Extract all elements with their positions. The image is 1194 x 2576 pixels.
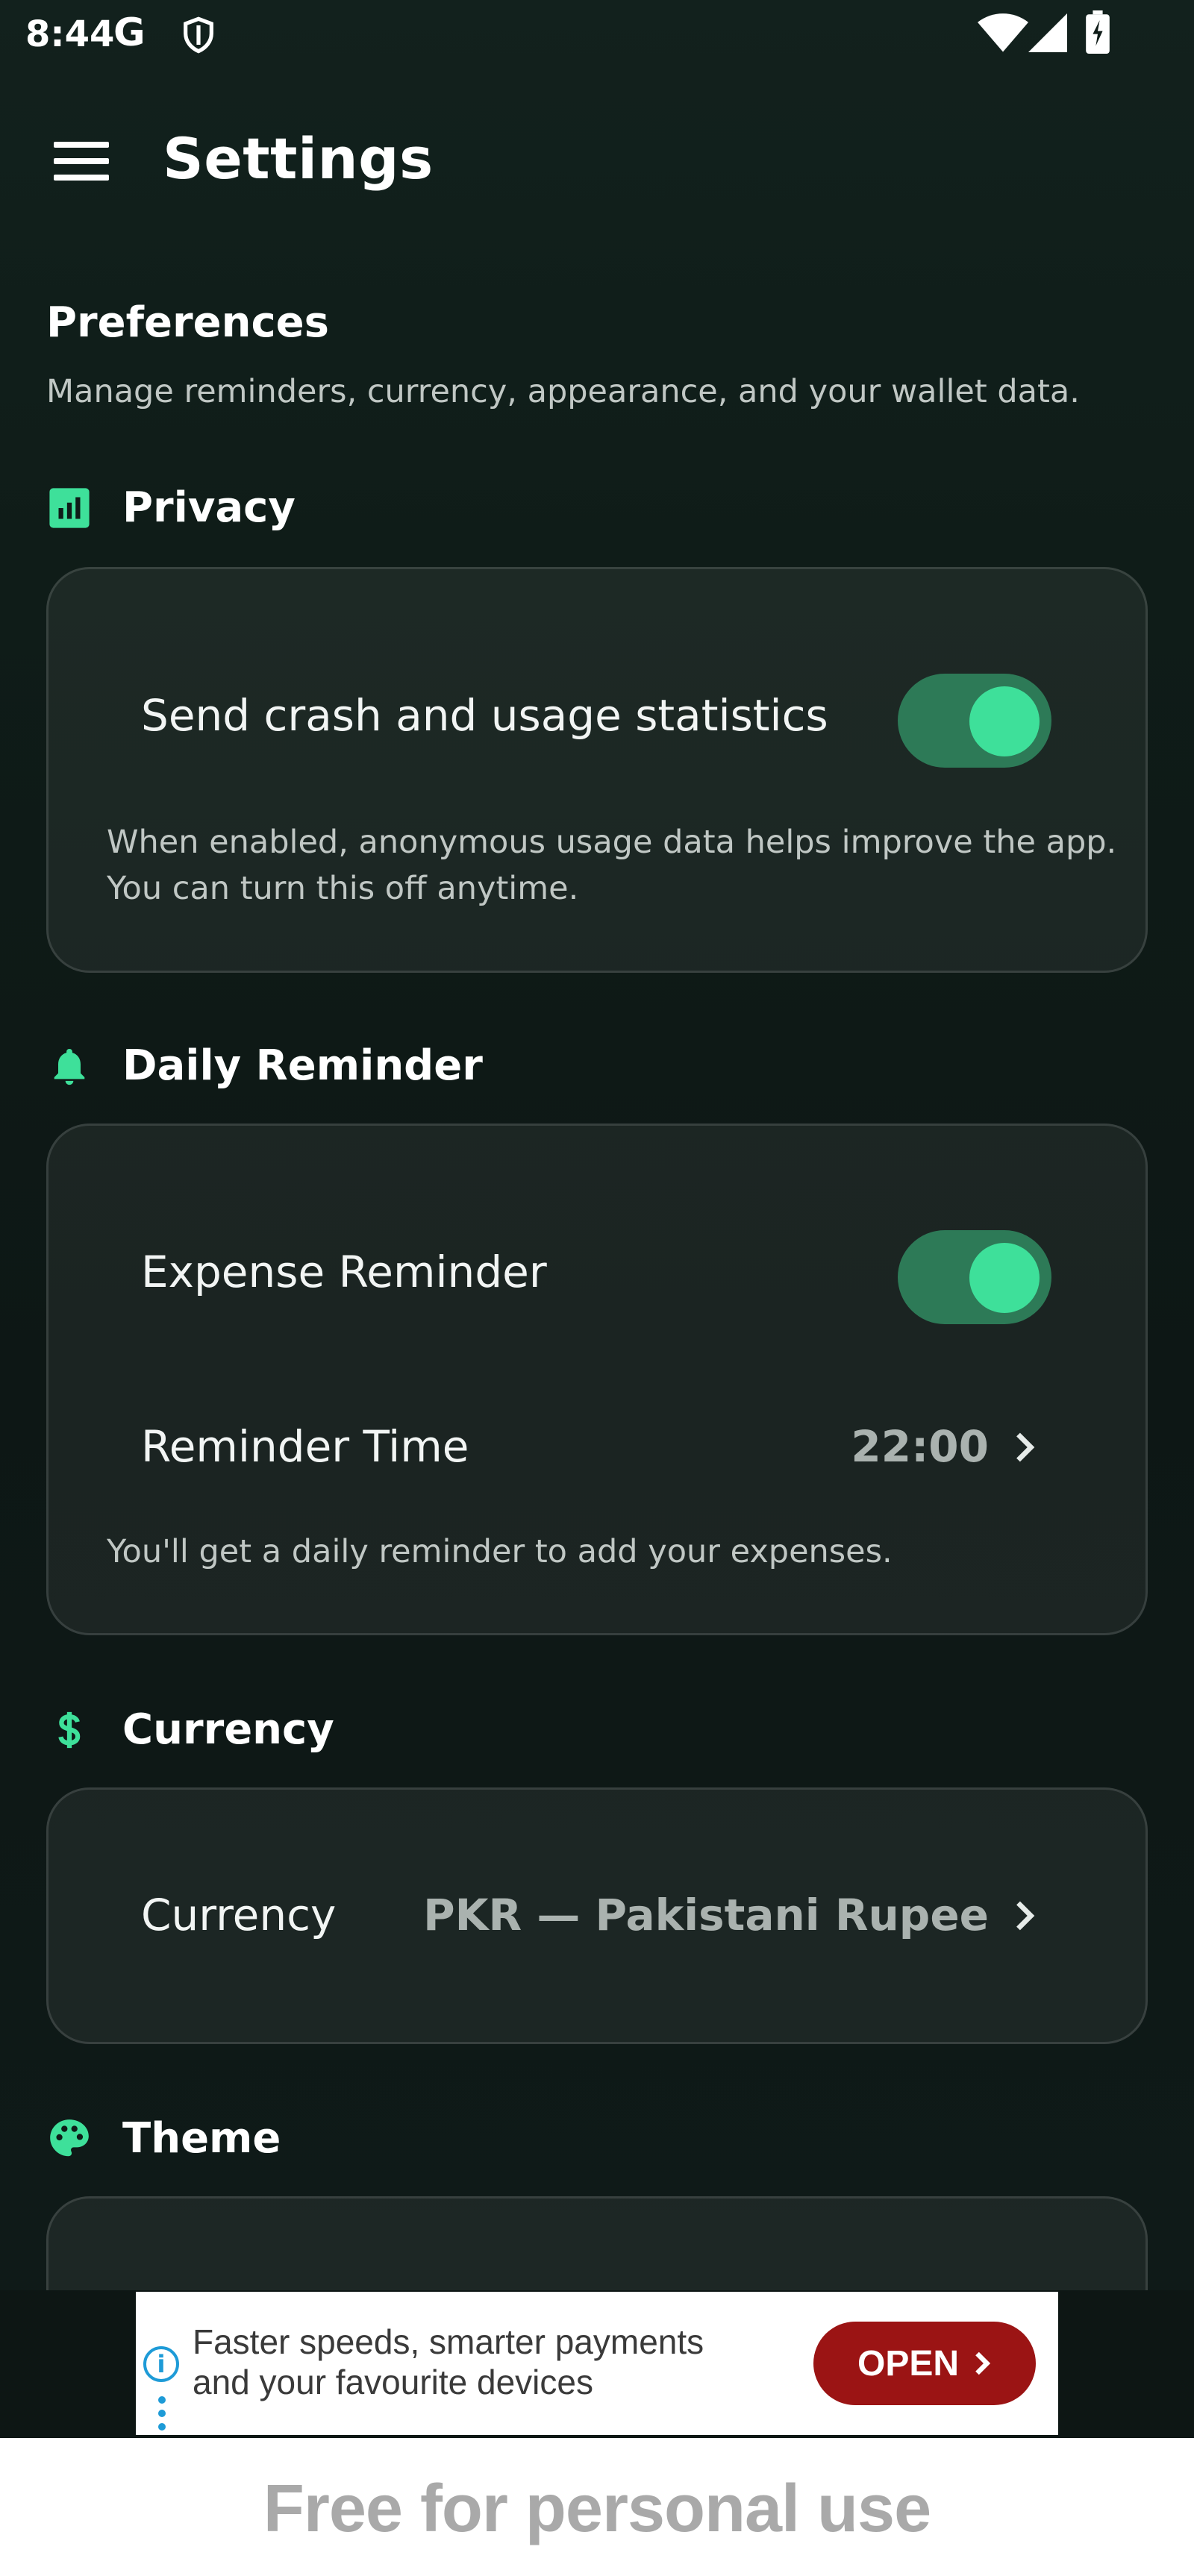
menu-icon[interactable] — [54, 142, 110, 184]
battery-icon — [1086, 10, 1110, 54]
ad-open-label: OPEN — [857, 2343, 960, 2384]
privacy-help-line: When enabled, anonymous usage data helps… — [107, 824, 1117, 861]
chevron-right-icon — [1016, 1901, 1035, 1931]
currency-label: Currency — [141, 1890, 337, 1940]
ad-headline: Faster speeds, smarter payments and your… — [193, 2322, 804, 2402]
chevron-right-icon — [975, 2351, 991, 2375]
crash-stats-toggle[interactable] — [898, 674, 1051, 768]
currency-value: PKR — Pakistani Rupee — [423, 1890, 989, 1940]
status-time: 8:44 — [25, 13, 115, 55]
privacy-help-line: You can turn this off anytime. — [107, 870, 579, 907]
bar-chart-icon — [46, 485, 93, 531]
privacy-card: Send crash and usage statistics When ena… — [46, 567, 1148, 973]
ad-info-icon[interactable]: i — [143, 2346, 179, 2382]
currency-section-label: Currency — [122, 1705, 334, 1754]
chevron-right-icon — [1016, 1432, 1035, 1462]
privacy-label: Privacy — [122, 483, 296, 532]
reminder-time-label: Reminder Time — [141, 1421, 469, 1472]
preferences-heading: Preferences — [46, 298, 329, 347]
palette-icon — [46, 2116, 93, 2162]
expense-reminder-toggle[interactable] — [898, 1230, 1051, 1324]
ad-options-icon[interactable] — [158, 2396, 166, 2436]
bell-icon — [46, 1043, 93, 1089]
watermark-text: Free for personal use — [263, 2472, 931, 2546]
toggle-knob — [969, 686, 1040, 756]
reminder-card: Expense Reminder Reminder Time 22:00 You… — [46, 1124, 1148, 1635]
ad-headline-line: Faster speeds, smarter payments — [193, 2322, 704, 2361]
privacy-help-text: When enabled, anonymous usage data helps… — [107, 819, 1122, 912]
reminder-help-text: You'll get a daily reminder to add your … — [107, 1533, 893, 1570]
page-title: Settings — [163, 125, 434, 192]
signal-icon — [1028, 13, 1067, 52]
google-icon: G — [113, 10, 146, 55]
reminder-section-header: Daily Reminder — [46, 1041, 483, 1090]
currency-section-header: Currency — [46, 1705, 334, 1754]
wifi-icon — [978, 13, 1028, 52]
dollar-icon — [46, 1707, 93, 1753]
crash-stats-label: Send crash and usage statistics — [141, 690, 828, 741]
theme-card[interactable] — [46, 2196, 1148, 2290]
theme-label: Theme — [122, 2114, 281, 2163]
privacy-section-header: Privacy — [46, 483, 296, 532]
reminder-label: Daily Reminder — [122, 1041, 483, 1090]
status-bar: 8:44 G — [0, 0, 1194, 67]
expense-reminder-label: Expense Reminder — [141, 1247, 547, 1297]
ad-headline-line: and your favourite devices — [193, 2363, 593, 2401]
reminder-time-value: 22:00 — [851, 1421, 989, 1472]
preferences-description: Manage reminders, currency, appearance, … — [46, 373, 1080, 410]
ad-open-button[interactable]: OPEN — [813, 2322, 1036, 2405]
shield-icon — [184, 16, 213, 54]
theme-section-header: Theme — [46, 2114, 281, 2163]
settings-screen: 8:44 G Settings Preferences Manage remin… — [0, 0, 1194, 2290]
currency-card[interactable]: Currency PKR — Pakistani Rupee — [46, 1787, 1148, 2044]
toggle-knob — [969, 1243, 1040, 1313]
